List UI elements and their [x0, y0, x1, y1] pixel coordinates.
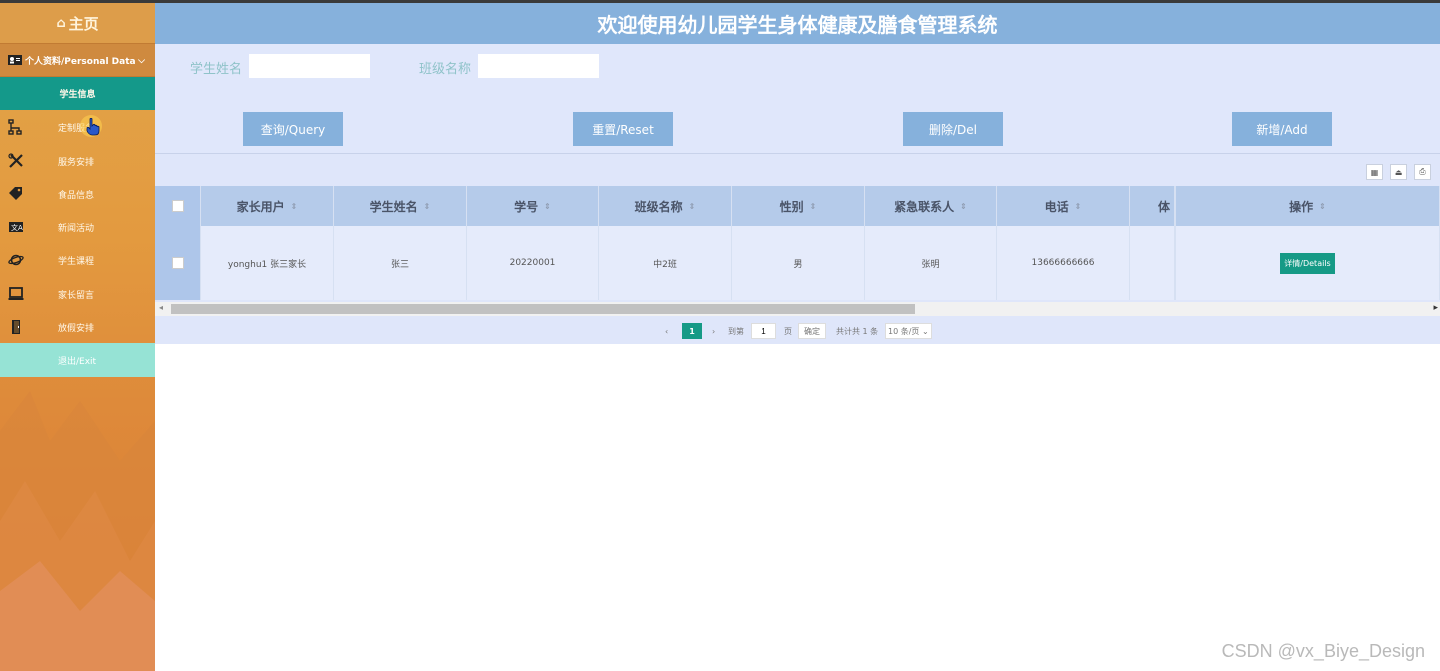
query-button[interactable]: 查询/Query [243, 112, 343, 146]
column-header[interactable]: 学号 ⇕ [467, 186, 599, 226]
sidebar-item-news-events[interactable]: 文A 新闻活动 [0, 210, 155, 243]
home-icon: ⌂ [56, 15, 66, 31]
column-header[interactable]: 性别 ⇕ [732, 186, 865, 226]
sidebar-item-label: 退出/Exit [58, 357, 97, 368]
laptop-icon [8, 286, 24, 300]
table-row[interactable]: yonghu1 张三家长 张三 20220001 中2班 男 张明 136666… [155, 226, 1440, 300]
column-header[interactable]: 家长用户 ⇕ [201, 186, 334, 226]
prev-page-icon[interactable]: ‹ [665, 327, 668, 336]
column-header[interactable]: 体 [1130, 186, 1175, 226]
sort-icon: ⇕ [1074, 201, 1082, 211]
action-cell: 详情/Details [1175, 226, 1440, 300]
search-panel: 学生姓名 班级名称 查询/Query 重置/Reset 删除/Del 新增/Ad… [155, 44, 1440, 153]
student-name-input[interactable] [249, 54, 370, 78]
mountain-background [0, 391, 155, 671]
delete-button[interactable]: 删除/Del [903, 112, 1003, 146]
scroll-left-icon[interactable]: ◂ [159, 303, 163, 312]
table-cell: 13666666666 [997, 226, 1130, 300]
data-table: ▦ ⏏ ⎙ 家长用户 ⇕ 学生姓名 ⇕ 学号 ⇕ 班级名称 ⇕ 性别 ⇕ 紧急联系人 ⇕ 电… [155, 154, 1440, 344]
goto-label: 到第 [728, 326, 744, 336]
scrollbar-thumb[interactable] [171, 304, 915, 314]
select-all-cell [155, 186, 201, 226]
scroll-right-icon[interactable]: ▸ [1433, 303, 1438, 313]
horizontal-scrollbar[interactable]: ◂ ▸ [155, 302, 1440, 316]
reset-button[interactable]: 重置/Reset [573, 112, 673, 146]
total-count-label: 共计共 1 条 [836, 326, 879, 336]
sidebar-home-label: 主页 [68, 14, 99, 33]
table-cell: 张明 [865, 226, 997, 300]
page-number-current[interactable]: 1 [682, 323, 702, 339]
sort-icon: ⇕ [960, 201, 967, 211]
table-cell: 张三 [334, 226, 467, 300]
column-header[interactable]: 电话 ⇕ [997, 186, 1130, 226]
sort-icon: ⇕ [423, 201, 431, 211]
sidebar-section-personal-data[interactable]: 个人资料/Personal Data ⌵ [0, 43, 155, 77]
tag-icon [9, 186, 22, 200]
columns-icon[interactable]: ▦ [1366, 164, 1383, 180]
page-unit-label: 页 [784, 326, 792, 336]
sidebar-item-label: 学生信息 [59, 90, 96, 101]
sort-icon: ⇕ [544, 201, 551, 211]
sidebar-item-exit[interactable]: 退出/Exit [0, 343, 155, 377]
planet-icon [8, 255, 24, 266]
sidebar-item-label: 学生课程 [58, 257, 95, 268]
page-title: 欢迎使用幼儿园学生身体健康及膳食管理系统 [155, 3, 1440, 44]
org-chart-icon [8, 119, 22, 135]
hand-pointer-icon [86, 118, 100, 136]
chevron-down-icon: ⌵ [138, 56, 145, 66]
sidebar-item-student-courses[interactable]: 学生课程 [0, 243, 155, 276]
table-header: 家长用户 ⇕ 学生姓名 ⇕ 学号 ⇕ 班级名称 ⇕ 性别 ⇕ 紧急联系人 ⇕ 电话 ⇕ 体 操… [155, 186, 1440, 226]
svg-text:文A: 文A [11, 223, 23, 232]
details-button[interactable]: 详情/Details [1280, 252, 1335, 274]
table-cell: 中2班 [599, 226, 732, 300]
column-header[interactable]: 操作 ⇕ [1175, 186, 1440, 226]
sidebar-item-service-schedule[interactable]: 服务安排 [0, 144, 155, 177]
sort-icon: ⇕ [290, 201, 298, 211]
sidebar-home[interactable]: ⌂ 主页 [0, 3, 155, 43]
row-checkbox[interactable] [171, 257, 184, 269]
column-header[interactable]: 紧急联系人 ⇕ [865, 186, 997, 226]
goto-confirm-button[interactable]: 确定 [798, 323, 826, 339]
export-icon[interactable]: ⏏ [1390, 164, 1407, 180]
table-cell: yonghu1 张三家长 [201, 226, 334, 300]
contact-card-icon [8, 55, 22, 65]
sort-icon: ⇕ [688, 201, 696, 211]
sidebar-section-label: 个人资料/Personal Data [25, 56, 136, 67]
table-cell: 男 [732, 226, 865, 300]
column-header[interactable]: 学生姓名 ⇕ [334, 186, 467, 226]
row-select-cell [155, 226, 201, 300]
pagination: ‹ 1 › 到第 页 确定 共计共 1 条 10 条/页 ⌄ [155, 318, 1440, 344]
class-name-label: 班级名称 [419, 62, 472, 77]
sidebar-item-label: 家长留言 [58, 290, 95, 301]
sidebar-item-holiday-schedule[interactable]: 放假安排 [0, 310, 155, 343]
select-all-checkbox[interactable] [171, 200, 184, 212]
table-cell: 20220001 [467, 226, 599, 300]
next-page-icon[interactable]: › [712, 327, 715, 336]
table-cell [1130, 226, 1175, 300]
print-icon[interactable]: ⎙ [1414, 164, 1431, 180]
class-name-input[interactable] [478, 54, 599, 78]
door-icon [12, 320, 20, 335]
page-size-select[interactable]: 10 条/页 ⌄ [885, 323, 932, 339]
sidebar-item-label: 服务安排 [58, 157, 95, 168]
sidebar-item-parent-messages[interactable]: 家长留言 [0, 277, 155, 310]
add-button[interactable]: 新增/Add [1232, 112, 1332, 146]
sidebar: ⌂ 主页 个人资料/Personal Data ⌵ 学生信息 定制服务 服务安排… [0, 3, 155, 671]
tools-icon [8, 152, 23, 168]
sidebar-item-food-info[interactable]: 食品信息 [0, 177, 155, 210]
sidebar-item-label: 放假安排 [58, 324, 95, 335]
sidebar-item-student-info[interactable]: 学生信息 [0, 77, 155, 111]
goto-page-input[interactable] [751, 323, 776, 339]
sidebar-item-custom-service[interactable]: 定制服务 [0, 110, 155, 143]
sort-icon: ⇕ [1319, 201, 1326, 211]
watermark: CSDN @vx_Biye_Design [1221, 641, 1425, 661]
sidebar-item-label: 新闻活动 [58, 224, 95, 235]
translate-icon: 文A [9, 222, 23, 233]
column-header[interactable]: 班级名称 ⇕ [599, 186, 732, 226]
student-name-label: 学生姓名 [190, 62, 243, 77]
sidebar-item-label: 食品信息 [58, 190, 95, 201]
sort-icon: ⇕ [809, 201, 817, 211]
chevron-down-icon: ⌄ [921, 326, 929, 336]
